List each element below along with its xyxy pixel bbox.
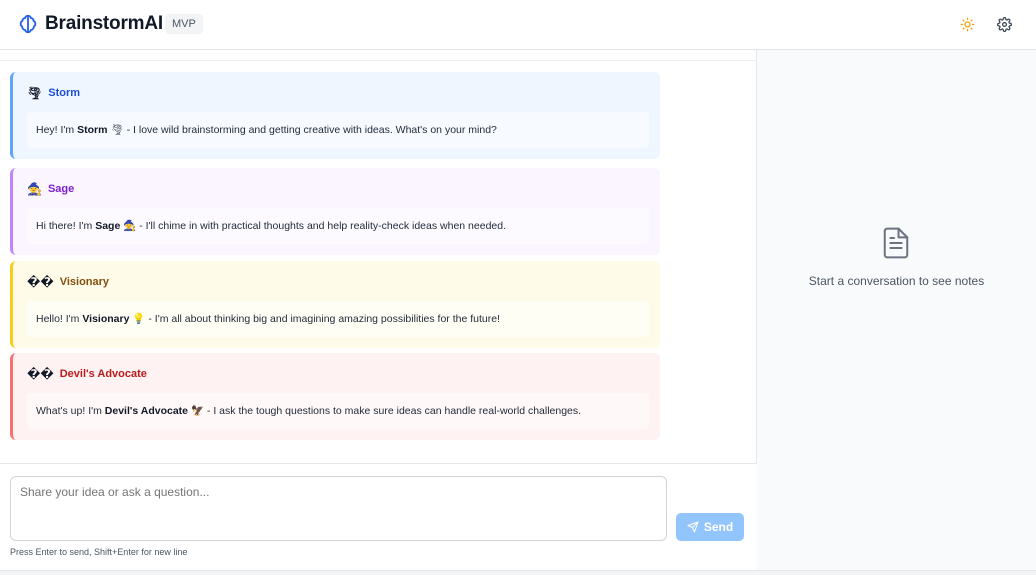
divider xyxy=(0,60,757,61)
message-sage: 🧙 Sage Hi there! I'm Sage 🧙 - I'll chime… xyxy=(10,168,660,255)
send-icon xyxy=(687,521,699,533)
message-body: What's up! I'm Devil's Advocate 🦅 - I as… xyxy=(27,393,649,429)
broken-emoji-icon: �� xyxy=(27,275,54,289)
persona-name: Visionary xyxy=(59,276,110,288)
notes-panel: Start a conversation to see notes xyxy=(757,50,1036,570)
persona-name: Storm xyxy=(48,87,81,99)
gear-icon xyxy=(996,16,1012,32)
persona-header: �� Visionary xyxy=(27,275,109,289)
brain-logo-icon xyxy=(17,13,39,35)
persona-name: Sage xyxy=(47,183,75,195)
mvp-badge: MVP xyxy=(165,14,203,34)
message-devils-advocate: �� Devil's Advocate What's up! I'm Devil… xyxy=(10,353,660,440)
settings-button[interactable] xyxy=(995,15,1013,33)
broken-emoji-icon: �� xyxy=(27,367,54,381)
footer-divider xyxy=(0,570,1036,575)
message-body: Hey! I'm Storm 🌪 - I love wild brainstor… xyxy=(27,112,649,148)
composer-hint: Press Enter to send, Shift+Enter for new… xyxy=(10,547,188,557)
message-visionary: �� Visionary Hello! I'm Visionary 💡 - I'… xyxy=(10,261,660,348)
theme-toggle-button[interactable] xyxy=(958,15,976,33)
chat-panel: 🌪 Storm Hey! I'm Storm 🌪 - I love wild b… xyxy=(0,50,757,463)
composer: Send Press Enter to send, Shift+Enter fo… xyxy=(0,463,757,570)
persona-header: 🧙 Sage xyxy=(27,182,74,196)
tornado-icon: 🌪 xyxy=(27,86,43,100)
message-body: Hello! I'm Visionary 💡 - I'm all about t… xyxy=(27,301,649,337)
persona-header: �� Devil's Advocate xyxy=(27,367,147,381)
document-icon xyxy=(881,226,911,260)
persona-header: 🌪 Storm xyxy=(27,86,80,100)
send-button[interactable]: Send xyxy=(676,513,744,541)
sun-icon xyxy=(960,17,974,31)
notes-empty-text: Start a conversation to see notes xyxy=(808,274,985,288)
app-header: BrainstormAI MVP xyxy=(0,0,1036,50)
message-input[interactable] xyxy=(10,476,667,541)
send-label: Send xyxy=(703,520,734,534)
persona-name: Devil's Advocate xyxy=(59,368,147,380)
wizard-icon: 🧙 xyxy=(27,182,42,196)
message-body: Hi there! I'm Sage 🧙 - I'll chime in wit… xyxy=(27,208,649,244)
message-storm: 🌪 Storm Hey! I'm Storm 🌪 - I love wild b… xyxy=(10,72,660,159)
brand-title: BrainstormAI xyxy=(45,13,163,34)
